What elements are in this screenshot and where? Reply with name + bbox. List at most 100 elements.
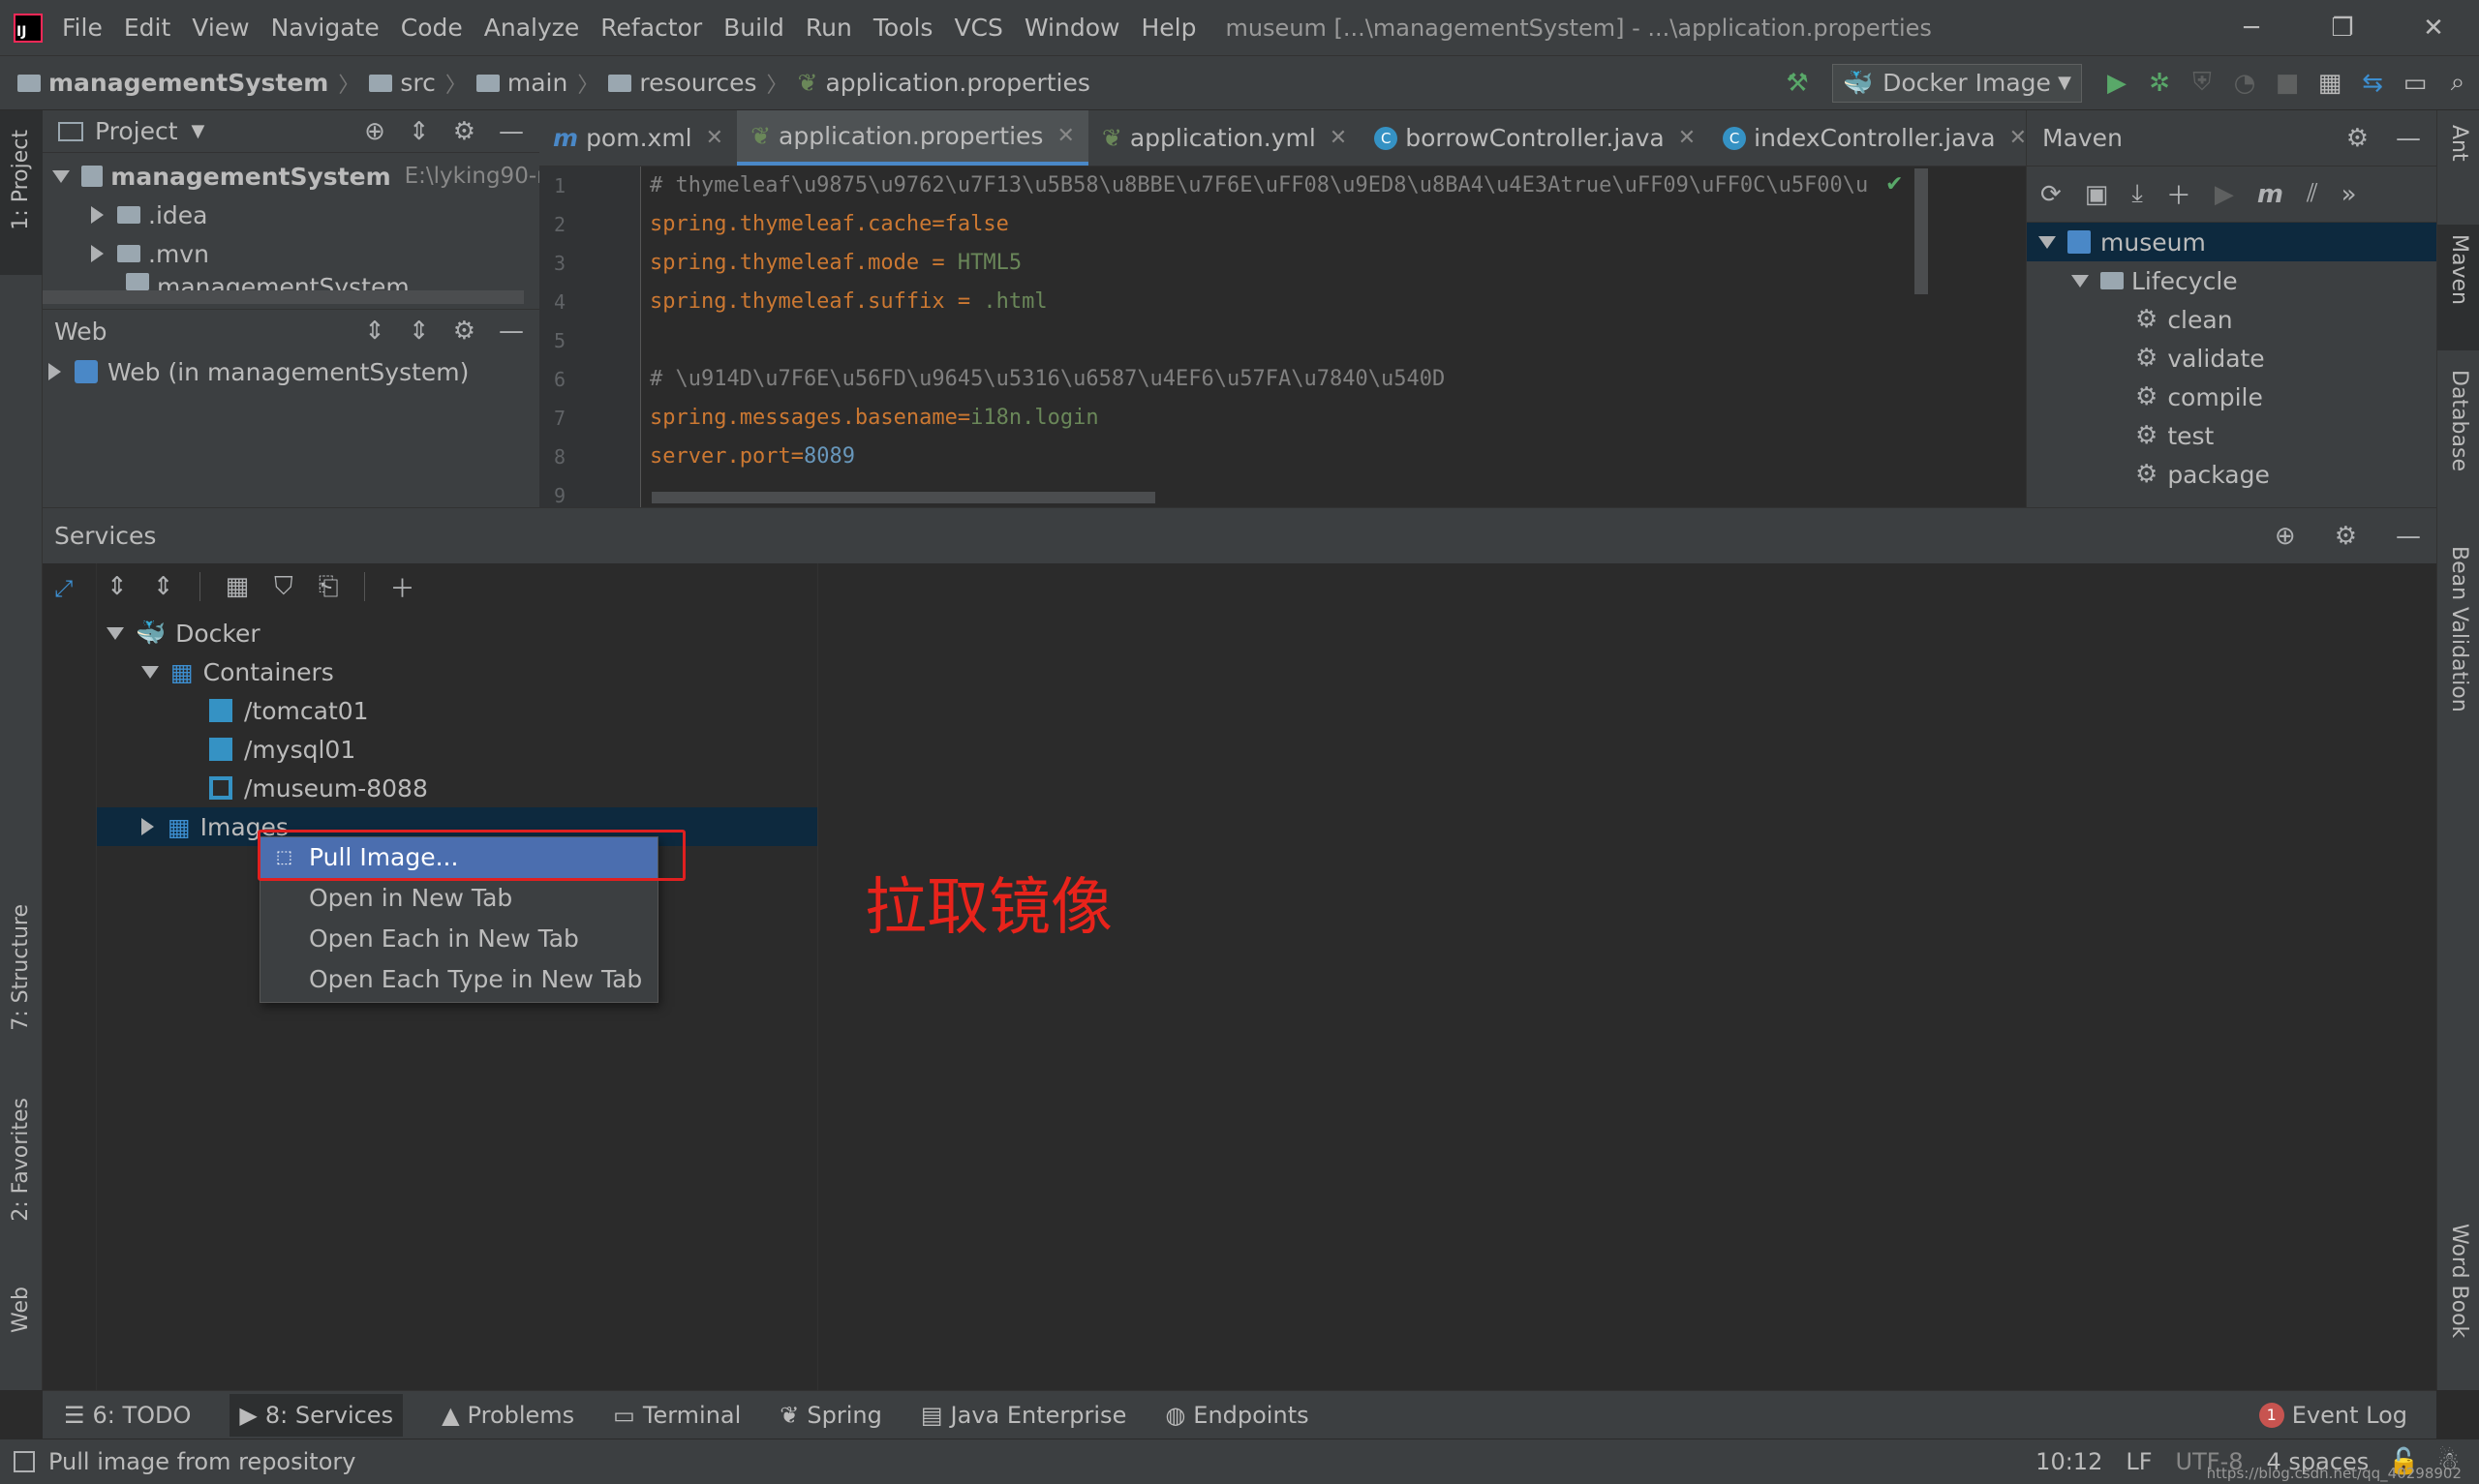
gear-icon[interactable]: ⚙ [453, 317, 475, 346]
tree-item-web[interactable]: Web (in managementSystem) [43, 352, 539, 391]
collapse-all-icon[interactable]: ⇕ [153, 572, 174, 601]
search-everywhere-icon[interactable]: ⌕ [2436, 62, 2479, 105]
hide-icon[interactable]: — [499, 317, 524, 346]
add-folder-icon[interactable]: ▣ [2085, 180, 2109, 209]
filter-icon[interactable]: ⛉ [274, 572, 293, 602]
profile-icon[interactable]: ◔ [2223, 62, 2266, 105]
gear-icon[interactable]: ⚙ [2346, 124, 2369, 153]
add-service-icon[interactable]: ＋ [390, 569, 415, 605]
service-docker[interactable]: 🐳 Docker [97, 614, 817, 652]
menu-view[interactable]: View [192, 14, 249, 42]
chevron-down-icon[interactable]: ▼ [192, 121, 205, 141]
menu-file[interactable]: File [62, 14, 103, 42]
gear-icon[interactable]: ⚙ [2335, 522, 2357, 551]
menu-refactor[interactable]: Refactor [600, 14, 702, 42]
tab-application-properties[interactable]: ❦ application.properties ✕ [737, 110, 1088, 166]
menu-item-open-each-new-tab[interactable]: Open Each in New Tab [260, 919, 658, 959]
run-icon[interactable]: ▶ [2215, 180, 2234, 209]
debug-icon[interactable]: ✲ [2138, 62, 2181, 105]
breadcrumb-main[interactable]: main [507, 69, 567, 97]
container-museum-8088[interactable]: /museum-8088 [97, 769, 817, 807]
menu-tools[interactable]: Tools [873, 14, 933, 42]
caret-position[interactable]: 10:12 [2035, 1448, 2102, 1475]
expand-arrow-icon[interactable] [52, 169, 70, 183]
collapse-all-icon[interactable]: ⇕ [409, 317, 430, 346]
toggle-toolwindows-icon[interactable] [14, 1451, 35, 1472]
tree-item-root[interactable]: managementSystem E:\lyking90-ma [52, 157, 539, 196]
expand-arrow-icon[interactable] [2071, 274, 2089, 288]
bottom-tab-services[interactable]: ▶ 8: Services [230, 1393, 404, 1437]
tool-tab-database[interactable]: Database [2447, 370, 2471, 471]
container-mysql01[interactable]: /mysql01 [97, 730, 817, 769]
close-icon[interactable]: ✕ [1056, 124, 1074, 148]
gear-icon[interactable]: ⚙ [453, 117, 475, 146]
expand-icon[interactable]: ⤢ [54, 575, 96, 602]
menu-code[interactable]: Code [401, 14, 463, 42]
group-by-icon[interactable]: ▦ [226, 572, 250, 601]
bottom-tab-endpoints[interactable]: ◍ Endpoints [1165, 1402, 1308, 1429]
tab-pom-xml[interactable]: m pom.xml ✕ [539, 110, 737, 166]
expand-arrow-icon[interactable] [107, 626, 124, 640]
project-structure-icon[interactable]: ▦ [2309, 62, 2351, 105]
code-editor[interactable]: # thymeleaf\u9875\u9762\u7F13\u5B58\u8BB… [650, 167, 1986, 507]
maven-goal-package[interactable]: ⚙ package [2027, 455, 2436, 494]
maven-lifecycle-item[interactable]: Lifecycle [2027, 261, 2436, 300]
expand-all-icon[interactable]: ⇕ [364, 317, 385, 346]
menu-vcs[interactable]: VCS [954, 14, 1002, 42]
close-icon[interactable]: ✕ [1330, 126, 1347, 150]
tree-item-idea[interactable]: .idea [52, 196, 539, 234]
new-pin-icon[interactable]: ⎗ [319, 572, 339, 602]
tool-tab-project[interactable]: 1: Project [9, 130, 33, 230]
toggle-offline-icon[interactable]: ⫽ [2307, 179, 2318, 209]
bottom-tab-terminal[interactable]: ▭ Terminal [613, 1402, 741, 1429]
maven-goal-validate[interactable]: ⚙ validate [2027, 339, 2436, 378]
menu-help[interactable]: Help [1141, 14, 1196, 42]
close-window-button[interactable]: ✕ [2388, 0, 2479, 55]
maven-goal-test[interactable]: ⚙ test [2027, 416, 2436, 455]
coverage-icon[interactable]: ⛨ [2181, 62, 2223, 105]
add-icon[interactable]: ＋ [2166, 176, 2191, 212]
project-panel-title[interactable]: Project [95, 117, 178, 145]
locate-icon[interactable]: ⊕ [2275, 522, 2296, 551]
locate-icon[interactable]: ⊕ [364, 117, 385, 146]
bottom-tab-spring[interactable]: ❦ Spring [780, 1402, 882, 1429]
event-log-button[interactable]: 1 Event Log [2258, 1402, 2407, 1429]
editor-vertical-scrollbar[interactable] [1914, 168, 1928, 294]
bottom-tab-problems[interactable]: ▲ Problems [442, 1402, 574, 1429]
tab-borrow-controller[interactable]: C borrowController.java ✕ [1361, 110, 1709, 166]
menu-navigate[interactable]: Navigate [271, 14, 380, 42]
tree-item-mvn[interactable]: .mvn [52, 234, 539, 273]
run-icon[interactable]: ▶ [2096, 62, 2138, 105]
breadcrumb-project[interactable]: managementSystem [48, 69, 328, 97]
collapse-all-icon[interactable]: ⇕ [409, 117, 430, 146]
expand-arrow-icon[interactable] [2038, 235, 2056, 249]
line-separator[interactable]: LF [2126, 1448, 2152, 1475]
collapse-arrow-icon[interactable] [48, 363, 61, 380]
tab-application-yml[interactable]: ❦ application.yml ✕ [1088, 110, 1361, 166]
close-icon[interactable]: ✕ [2009, 126, 2027, 150]
minimize-button[interactable]: ─ [2206, 0, 2297, 55]
menu-item-open-new-tab[interactable]: Open in New Tab [260, 878, 658, 919]
menu-item-open-each-type-new-tab[interactable]: Open Each Type in New Tab [260, 959, 658, 1000]
breadcrumb-file[interactable]: application.properties [825, 69, 1089, 97]
hide-icon[interactable]: — [2396, 124, 2421, 153]
menu-build[interactable]: Build [723, 14, 784, 42]
container-tomcat01[interactable]: /tomcat01 [97, 691, 817, 730]
collapse-arrow-icon[interactable] [91, 245, 104, 262]
menu-edit[interactable]: Edit [124, 14, 170, 42]
download-icon[interactable]: ⤓ [2131, 179, 2143, 209]
tool-tab-web[interactable]: Web [9, 1287, 33, 1333]
build-hammer-icon[interactable]: ⚒ [1776, 62, 1819, 105]
more-icon[interactable]: » [2341, 180, 2357, 209]
inspection-ok-icon[interactable]: ✔ [1885, 172, 1903, 197]
tool-tab-maven[interactable]: Maven [2447, 234, 2471, 305]
menu-analyze[interactable]: Analyze [484, 14, 580, 42]
run-config-select[interactable]: 🐳 Docker Image ▼ [1832, 63, 2082, 103]
restore-button[interactable]: ❐ [2297, 0, 2388, 55]
maven-goal-clean[interactable]: ⚙ clean [2027, 300, 2436, 339]
reload-icon[interactable]: ⟳ [2040, 180, 2062, 209]
maven-goal-compile[interactable]: ⚙ compile [2027, 378, 2436, 416]
tool-tab-structure[interactable]: 7: Structure [9, 904, 33, 1031]
tool-tab-ant[interactable]: Ant [2447, 125, 2471, 162]
tab-index-controller[interactable]: C indexController.java ✕ [1709, 110, 2040, 166]
